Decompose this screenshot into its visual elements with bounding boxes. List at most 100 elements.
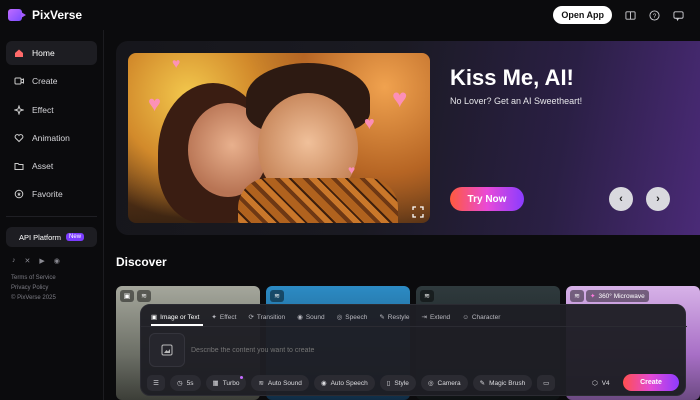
effect-badge-label: 360° Microwave — [598, 292, 645, 300]
sidebar-divider — [6, 216, 97, 218]
favorite-icon — [14, 190, 24, 199]
brush-icon: ✎ — [379, 314, 385, 321]
tab-label: Extend — [429, 313, 451, 321]
open-app-button[interactable]: Open App — [553, 6, 612, 24]
heart-icon — [14, 134, 24, 143]
turbo-icon: ▦ — [212, 380, 219, 387]
youtube-icon[interactable]: ▶ — [39, 257, 44, 265]
sidebar-item-label: Home — [32, 48, 55, 58]
book-icon[interactable] — [624, 9, 636, 21]
help-icon[interactable]: ? — [648, 9, 660, 21]
tiktok-icon[interactable]: ♪ — [12, 257, 16, 265]
transition-icon: ⟳ — [248, 314, 254, 321]
home-icon — [15, 49, 23, 57]
create-button[interactable]: Create — [623, 374, 679, 391]
carousel-next-button[interactable]: › — [646, 187, 670, 211]
svg-text:?: ? — [652, 12, 656, 19]
auto-speech-button[interactable]: ◉ Auto Speech — [313, 375, 375, 391]
privacy-link[interactable]: Privacy Policy — [11, 283, 103, 293]
sidebar-item-asset[interactable]: Asset — [6, 154, 97, 178]
sidebar-item-label: Animation — [32, 132, 70, 143]
heart-icon: ♥ — [148, 91, 162, 116]
sound-wave-icon: ≋ — [137, 290, 151, 302]
hero-title: Kiss Me, AI! — [450, 65, 574, 90]
create-composer: ▣ Image or Text ✦ Effect ⟳ Transition ◉ Soun… — [140, 304, 687, 396]
brand[interactable]: PixVerse — [8, 8, 82, 22]
tab-restyle[interactable]: ✎ Restyle — [379, 311, 409, 323]
message-icon[interactable] — [672, 9, 684, 21]
tab-effect[interactable]: ✦ Effect — [211, 311, 236, 323]
turbo-button[interactable]: ▦ Turbo — [205, 375, 247, 391]
sidebar-item-label: Favorite — [32, 189, 63, 200]
tab-image-or-text[interactable]: ▣ Image or Text — [151, 311, 199, 323]
aspect-ratio-button[interactable]: ▭ — [537, 375, 556, 391]
terms-link[interactable]: Terms of Service — [11, 273, 103, 283]
copyright: © PixVerse 2025 — [11, 295, 56, 302]
pixverse-logo-icon — [8, 9, 26, 21]
camera-button[interactable]: ◎ Camera — [420, 375, 468, 391]
sound-wave-icon: ≋ — [420, 290, 434, 302]
api-platform-button[interactable]: API Platform New — [6, 227, 97, 248]
sidebar-item-animation[interactable]: Animation — [6, 126, 97, 150]
discord-icon[interactable]: ◉ — [54, 257, 60, 265]
sidebar-item-favorite[interactable]: Favorite — [6, 182, 97, 206]
tab-label: Effect — [219, 313, 237, 321]
sidebar: Home Create Effect Animation Asset Favor… — [0, 30, 104, 400]
hero-banner: ♥ ♥ ♥ ♥ ♥ Kiss Me, AI! No Lover? Get an … — [116, 41, 700, 235]
sidebar-item-create[interactable]: Create — [6, 69, 97, 93]
sound-wave-icon: ≋ — [270, 290, 284, 302]
upload-image-button[interactable] — [149, 333, 185, 367]
sidebar-item-home[interactable]: Home — [6, 41, 97, 65]
top-bar: PixVerse Open App ? — [0, 0, 700, 30]
new-badge: New — [66, 233, 85, 242]
indicator-dot — [240, 376, 244, 379]
heart-icon: ♥ — [364, 113, 375, 133]
tab-sound[interactable]: ◉ Sound — [297, 311, 324, 323]
chip-label: Style — [394, 379, 409, 387]
chip-label: Camera — [437, 379, 461, 387]
sparkle-icon: ✦ — [590, 293, 596, 300]
chip-label: Auto Sound — [267, 379, 302, 387]
sidebar-item-label: Create — [32, 76, 58, 87]
composer-divider — [141, 326, 687, 327]
sound-wave-icon: ≋ — [570, 290, 584, 302]
sound-icon: ◉ — [297, 314, 303, 321]
chip-label: Auto Speech — [330, 379, 368, 387]
try-now-button[interactable]: Try Now — [450, 187, 524, 211]
heart-icon: ♥ — [172, 55, 181, 71]
speech-icon: ◎ — [336, 314, 343, 321]
auto-sound-button[interactable]: ≋ Auto Sound — [251, 375, 309, 391]
magic-brush-button[interactable]: ✎ Magic Brush — [472, 375, 533, 391]
hero-image[interactable]: ♥ ♥ ♥ ♥ ♥ — [128, 53, 430, 223]
api-platform-label: API Platform — [18, 232, 62, 242]
chip-label: Turbo — [222, 379, 240, 387]
duration-button[interactable]: ◷ 5s — [170, 375, 201, 391]
sidebar-item-effect[interactable]: Effect — [6, 98, 97, 122]
aspect-ratio-icon: ▭ — [543, 380, 550, 387]
create-icon — [14, 77, 24, 85]
carousel-prev-button[interactable]: ‹ — [609, 187, 633, 211]
camera-icon: ◎ — [427, 380, 434, 387]
x-icon[interactable]: ✕ — [25, 257, 31, 265]
tab-label: Restyle — [387, 313, 410, 321]
style-icon: ▯ — [386, 380, 391, 387]
chip-label: 5s — [186, 379, 194, 387]
tab-extend[interactable]: ⇥ Extend — [421, 311, 450, 323]
tab-character[interactable]: ☺ Character — [462, 311, 500, 323]
add-image-icon — [161, 344, 173, 356]
tab-transition[interactable]: ⟳ Transition — [248, 311, 285, 323]
tab-label: Speech — [345, 313, 368, 321]
model-selector[interactable]: ⬡ V4 — [592, 375, 610, 391]
tab-speech[interactable]: ◎ Speech — [337, 311, 368, 323]
expand-icon[interactable] — [412, 205, 424, 218]
legal-links: Terms of Service Privacy Policy © PixVer… — [11, 273, 103, 303]
tab-label: Sound — [305, 313, 325, 321]
sparkle-icon: ✦ — [211, 314, 217, 321]
prompt-input[interactable] — [191, 347, 571, 354]
style-button[interactable]: ▯ Style — [379, 375, 416, 391]
extend-icon: ⇥ — [421, 314, 427, 321]
heart-icon: ♥ — [392, 83, 408, 113]
chip-label: Magic Brush — [489, 379, 526, 387]
tab-label: Transition — [256, 313, 286, 321]
settings-button[interactable]: ☰ — [147, 375, 165, 391]
